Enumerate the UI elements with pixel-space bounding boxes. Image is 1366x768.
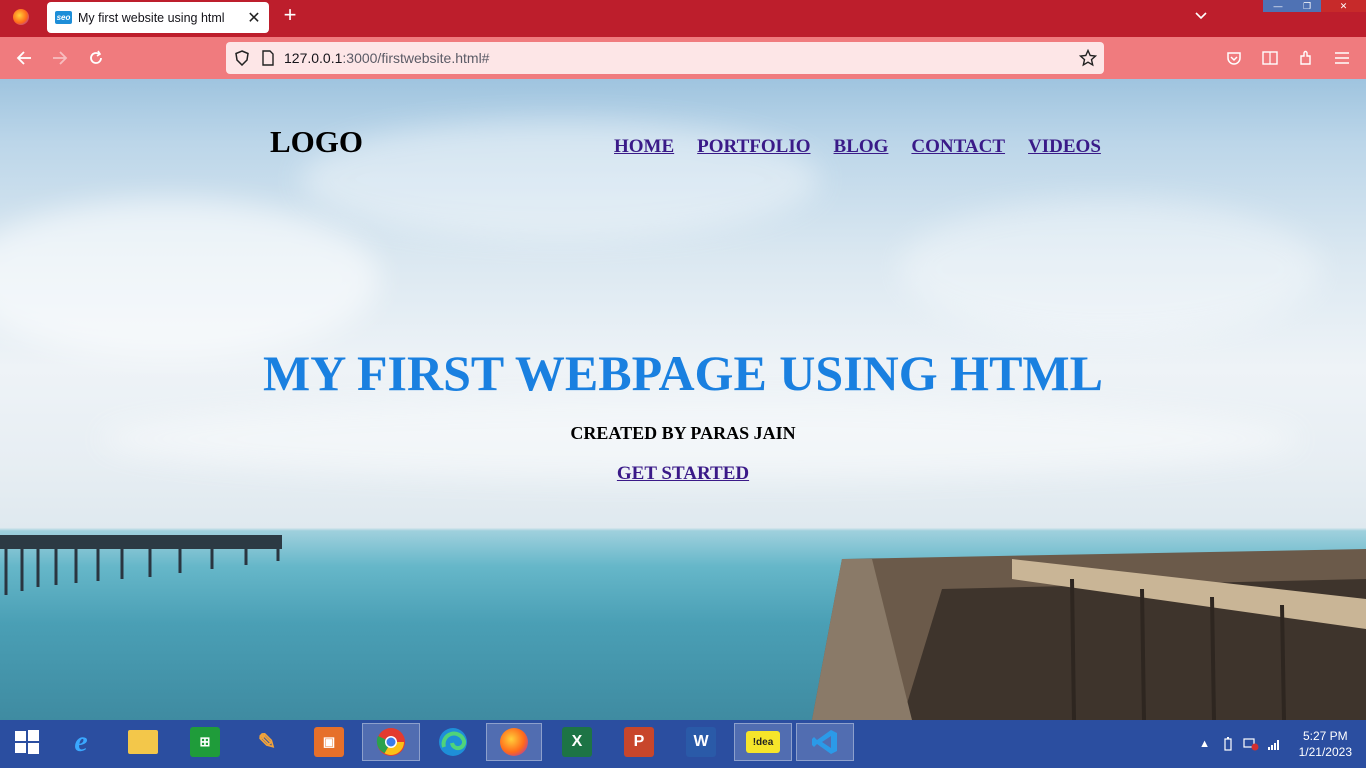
pocket-icon[interactable] [1222,46,1246,70]
taskbar-app4[interactable]: ✎ [240,723,294,761]
taskbar-excel[interactable]: X [550,723,604,761]
hamburger-menu-icon[interactable] [1330,46,1354,70]
tab-title: My first website using html [78,10,225,25]
app-icon: ▣ [314,727,344,757]
tab-active[interactable]: seo My first website using html ✕ [47,2,269,33]
cloud-decoration [0,199,380,359]
reader-view-icon[interactable] [1258,46,1282,70]
chrome-icon [376,728,405,756]
tab-close-icon[interactable]: ✕ [243,7,265,29]
taskbar-powerpoint[interactable]: P [612,723,666,761]
excel-icon: X [562,727,592,757]
taskbar-file-explorer[interactable] [116,723,170,761]
browser-navbar: 127.0.0.1:3000/firstwebsite.html# [0,37,1366,79]
list-tabs-chevron-icon[interactable] [1190,5,1212,27]
url-path: :3000/firstwebsite.html# [342,50,490,66]
get-started-link[interactable]: GET STARTED [617,463,749,484]
firefox-icon [500,728,528,756]
battery-icon[interactable] [1218,734,1238,754]
page-viewport: LOGO HOME PORTFOLIO BLOG CONTACT VIDEOS … [0,79,1366,720]
taskbar-store[interactable]: ⊞ [178,723,232,761]
site-nav: HOME PORTFOLIO BLOG CONTACT VIDEOS [614,136,1101,158]
address-bar[interactable]: 127.0.0.1:3000/firstwebsite.html# [226,42,1104,74]
taskbar-word[interactable]: W [674,723,728,761]
close-window-icon[interactable]: ✕ [1321,0,1366,12]
url-text[interactable]: 127.0.0.1:3000/firstwebsite.html# [284,50,1076,66]
bookmark-star-icon[interactable] [1076,46,1100,70]
shield-icon[interactable] [232,48,252,68]
forward-icon[interactable] [48,46,72,70]
new-tab-icon[interactable]: + [278,2,302,27]
powerpoint-icon: P [624,727,654,757]
hero-subtitle: CREATED BY PARAS JAIN [570,423,796,443]
word-icon: W [686,727,716,757]
nav-portfolio-link[interactable]: PORTFOLIO [697,136,810,158]
maximize-icon[interactable]: ❐ [1293,0,1321,12]
site-logo[interactable]: LOGO [270,124,363,160]
volume-icon[interactable] [1264,734,1284,754]
taskbar-chrome[interactable] [362,723,420,761]
back-icon[interactable] [12,46,36,70]
extensions-icon[interactable] [1294,46,1318,70]
firefox-menu-icon[interactable] [8,4,34,30]
hero-cta-wrapper: GET STARTED [0,463,1366,485]
pier-left-image [0,535,282,595]
no-internet-icon[interactable] [1241,734,1261,754]
vscode-icon [812,730,837,754]
internet-explorer-icon: e [74,725,88,758]
taskbar: e ⊞ ✎ ▣ X P W !dea ▲ 5:27 PM 1/21/2023 [0,720,1366,768]
tab-favicon-icon: seo [55,11,72,24]
url-host: 127.0.0.1 [284,50,343,66]
window-controls: — ❐ ✕ [1263,0,1366,12]
windows-icon [15,730,39,754]
clock-time: 5:27 PM [1302,729,1348,743]
page-info-icon[interactable] [258,48,278,68]
nav-home-link[interactable]: HOME [614,136,674,158]
nav-blog-link[interactable]: BLOG [834,136,889,158]
taskbar-idea[interactable]: !dea [734,723,792,761]
show-hidden-icons-icon[interactable]: ▲ [1195,734,1215,754]
clock-date: 1/21/2023 [1298,745,1352,759]
app-icon: ✎ [257,729,277,754]
start-button[interactable] [0,723,54,761]
nav-videos-link[interactable]: VIDEOS [1028,136,1101,158]
taskbar-edge[interactable] [426,723,480,761]
browser-titlebar: seo My first website using html ✕ + — ❐ … [0,0,1366,37]
store-icon: ⊞ [190,727,220,757]
taskbar-vscode[interactable] [796,723,854,761]
file-explorer-icon [128,730,158,754]
taskbar-clock[interactable]: 5:27 PM 1/21/2023 [1299,728,1352,760]
taskbar-firefox[interactable] [486,723,542,761]
cloud-decoration [900,199,1320,339]
system-tray: ▲ 5:27 PM 1/21/2023 [1195,720,1366,768]
minimize-icon[interactable]: — [1263,0,1293,12]
reload-icon[interactable] [84,46,108,70]
hero-title: MY FIRST WEBPAGE USING HTML [263,345,1103,401]
taskbar-ie[interactable]: e [54,723,108,761]
idea-icon: !dea [746,731,780,753]
taskbar-app5[interactable]: ▣ [302,723,356,761]
nav-contact-link[interactable]: CONTACT [911,136,1005,158]
pier-right-image [812,549,1366,720]
edge-icon [439,728,467,756]
